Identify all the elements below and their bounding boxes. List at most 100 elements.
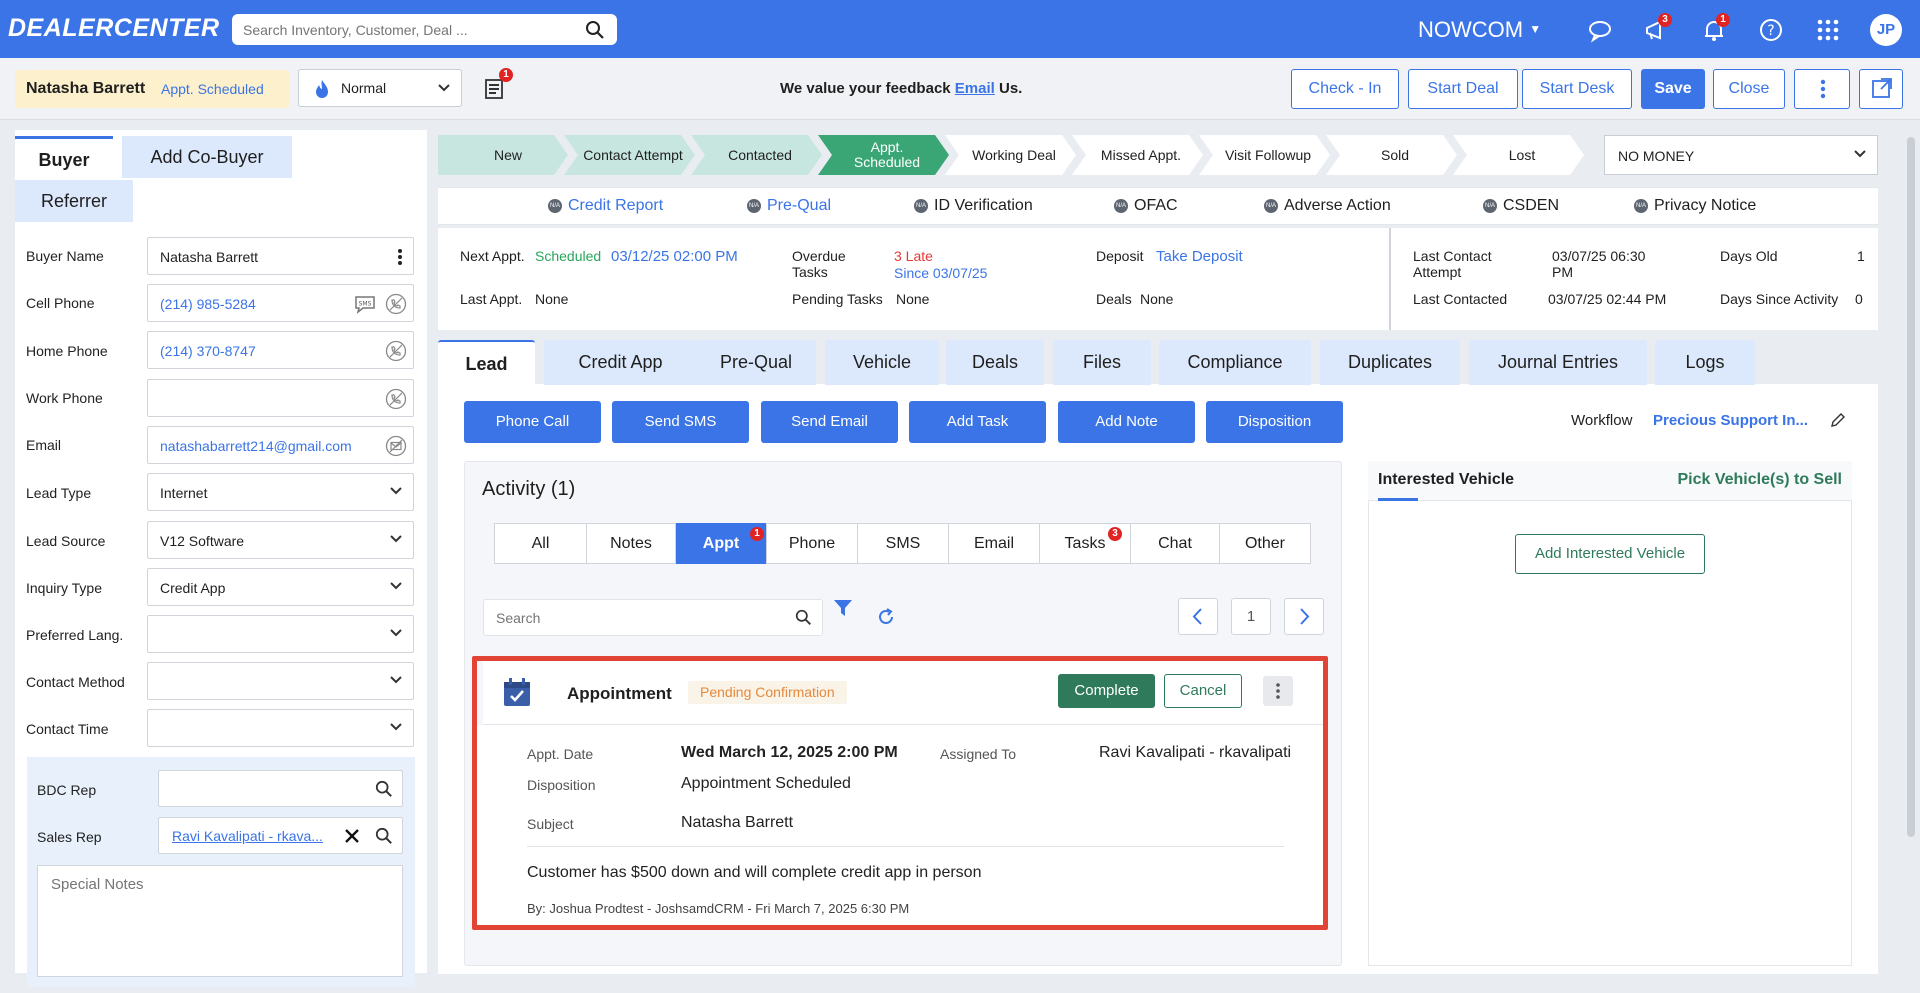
check-privacy-notice[interactable]: N/A Privacy Notice bbox=[1634, 197, 1756, 215]
check-pre-qual[interactable]: N/A Pre-Qual bbox=[747, 197, 831, 215]
activity-search-input[interactable] bbox=[484, 600, 774, 635]
start-deal-button[interactable]: Start Deal bbox=[1408, 69, 1518, 109]
tab-buyer[interactable]: Buyer bbox=[15, 136, 113, 178]
phone-disabled-icon[interactable] bbox=[385, 388, 407, 410]
home-phone-field[interactable]: (214) 370-8747 bbox=[147, 331, 414, 369]
search-icon[interactable] bbox=[585, 20, 605, 40]
tab-lead[interactable]: Lead bbox=[438, 340, 535, 385]
add-interested-vehicle-button[interactable]: Add Interested Vehicle bbox=[1515, 534, 1705, 574]
home-phone-value[interactable]: (214) 370-8747 bbox=[160, 343, 256, 359]
email-value[interactable]: natashabarrett214@gmail.com bbox=[160, 438, 352, 454]
org-switcher[interactable]: NOWCOM ▼ bbox=[1418, 17, 1541, 43]
apps-grid-icon[interactable] bbox=[1814, 16, 1842, 44]
check-adverse-action[interactable]: N/A Adverse Action bbox=[1264, 197, 1391, 215]
filter-funnel-icon[interactable] bbox=[833, 598, 853, 618]
cell-phone-field[interactable]: (214) 985-5284 SMS bbox=[147, 284, 414, 322]
bell-icon[interactable]: 1 bbox=[1700, 13, 1730, 44]
filter-tasks[interactable]: Tasks 3 bbox=[1039, 523, 1131, 564]
lead-status-select[interactable]: NO MONEY bbox=[1604, 135, 1878, 175]
save-button[interactable]: Save bbox=[1641, 69, 1705, 109]
email-field[interactable]: natashabarrett214@gmail.com bbox=[147, 426, 414, 464]
stage-contacted[interactable]: Contacted bbox=[710, 135, 810, 175]
add-task-button[interactable]: Add Task bbox=[909, 401, 1046, 443]
pick-vehicle-link[interactable]: Pick Vehicle(s) to Sell bbox=[1677, 471, 1842, 489]
buyer-name-field[interactable]: Natasha Barrett bbox=[147, 237, 414, 275]
clear-icon[interactable] bbox=[344, 828, 360, 844]
filter-other[interactable]: Other bbox=[1219, 523, 1311, 564]
tab-deals[interactable]: Deals bbox=[946, 340, 1044, 385]
megaphone-icon[interactable]: 3 bbox=[1642, 13, 1672, 44]
check-id-verification[interactable]: N/A ID Verification bbox=[914, 197, 1033, 215]
stage-contact-attempt[interactable]: Contact Attempt bbox=[583, 135, 683, 175]
kebab-icon[interactable] bbox=[397, 248, 403, 266]
tab-vehicle[interactable]: Vehicle bbox=[825, 340, 939, 385]
check-ofac[interactable]: N/A OFAC bbox=[1114, 197, 1178, 215]
open-new-window-button[interactable] bbox=[1859, 69, 1903, 109]
stage-lost[interactable]: Lost bbox=[1472, 135, 1572, 175]
tab-files[interactable]: Files bbox=[1053, 340, 1151, 385]
tab-referrer[interactable]: Referrer bbox=[15, 180, 133, 222]
phone-disabled-icon[interactable] bbox=[385, 340, 407, 362]
prev-page-button[interactable] bbox=[1178, 598, 1218, 635]
filter-phone[interactable]: Phone bbox=[766, 523, 858, 564]
feedback-email-link[interactable]: Email bbox=[955, 80, 995, 97]
preferred-lang-select[interactable] bbox=[147, 615, 414, 653]
stage-working-deal[interactable]: Working Deal bbox=[964, 135, 1064, 175]
cell-phone-value[interactable]: (214) 985-5284 bbox=[160, 296, 256, 312]
filter-all[interactable]: All bbox=[494, 523, 587, 564]
contact-method-select[interactable] bbox=[147, 662, 414, 700]
overdue-since[interactable]: Since 03/07/25 bbox=[894, 265, 987, 281]
global-search-input[interactable] bbox=[232, 14, 562, 45]
take-deposit-link[interactable]: Take Deposit bbox=[1156, 248, 1243, 265]
special-notes-textarea[interactable] bbox=[37, 865, 403, 977]
lead-source-select[interactable]: V12 Software bbox=[147, 521, 414, 559]
sms-icon[interactable]: SMS bbox=[353, 294, 377, 314]
user-avatar[interactable]: JP bbox=[1870, 14, 1902, 46]
sales-rep-input[interactable]: Ravi Kavalipati - rkava... bbox=[158, 817, 403, 854]
search-icon[interactable] bbox=[375, 827, 393, 845]
phone-call-button[interactable]: Phone Call bbox=[464, 401, 601, 443]
tab-credit-app[interactable]: Credit App bbox=[544, 340, 697, 385]
stage-visit-followup[interactable]: Visit Followup bbox=[1218, 135, 1318, 175]
more-options-button[interactable] bbox=[1794, 69, 1850, 109]
app-logo[interactable]: DEALERCENTER bbox=[8, 14, 220, 43]
start-desk-button[interactable]: Start Desk bbox=[1522, 69, 1632, 109]
help-icon[interactable]: ? bbox=[1757, 16, 1785, 44]
contact-time-select[interactable] bbox=[147, 709, 414, 747]
disposition-button[interactable]: Disposition bbox=[1206, 401, 1343, 443]
page-scrollbar[interactable] bbox=[1907, 137, 1915, 837]
next-appt-value[interactable]: 03/12/25 02:00 PM bbox=[611, 248, 738, 265]
tab-logs[interactable]: Logs bbox=[1655, 340, 1755, 385]
cancel-button[interactable]: Cancel bbox=[1164, 674, 1242, 708]
card-more-button[interactable] bbox=[1263, 676, 1293, 706]
tab-add-cobuyer[interactable]: Add Co-Buyer bbox=[122, 136, 292, 178]
complete-button[interactable]: Complete bbox=[1058, 674, 1155, 708]
check-credit-report[interactable]: N/A Credit Report bbox=[548, 197, 663, 215]
tab-pre-qual[interactable]: Pre-Qual bbox=[696, 340, 816, 385]
work-phone-field[interactable] bbox=[147, 379, 414, 417]
inquiry-type-select[interactable]: Credit App bbox=[147, 568, 414, 606]
bdc-rep-input[interactable] bbox=[158, 770, 403, 807]
check-csden[interactable]: N/A CSDEN bbox=[1483, 197, 1559, 215]
filter-email[interactable]: Email bbox=[948, 523, 1040, 564]
filter-appt[interactable]: Appt 1 bbox=[676, 523, 766, 564]
search-icon[interactable] bbox=[375, 780, 393, 798]
checkin-button[interactable]: Check - In bbox=[1291, 69, 1399, 109]
refresh-icon[interactable] bbox=[876, 607, 896, 627]
stage-sold[interactable]: Sold bbox=[1345, 135, 1445, 175]
sales-rep-value[interactable]: Ravi Kavalipati - rkava... bbox=[172, 828, 323, 844]
next-page-button[interactable] bbox=[1284, 598, 1324, 635]
stage-new[interactable]: New bbox=[458, 135, 558, 175]
pencil-icon[interactable] bbox=[1830, 412, 1846, 428]
send-sms-button[interactable]: Send SMS bbox=[612, 401, 749, 443]
tab-compliance[interactable]: Compliance bbox=[1159, 340, 1311, 385]
filter-sms[interactable]: SMS bbox=[857, 523, 949, 564]
stage-missed-appt[interactable]: Missed Appt. bbox=[1091, 135, 1191, 175]
phone-disabled-icon[interactable] bbox=[385, 293, 407, 315]
lead-type-select[interactable]: Internet bbox=[147, 473, 414, 511]
add-note-button[interactable]: Add Note bbox=[1058, 401, 1195, 443]
tab-journal-entries[interactable]: Journal Entries bbox=[1469, 340, 1647, 385]
priority-select[interactable]: Normal bbox=[298, 69, 462, 107]
close-button[interactable]: Close bbox=[1713, 69, 1785, 109]
filter-notes[interactable]: Notes bbox=[586, 523, 676, 564]
